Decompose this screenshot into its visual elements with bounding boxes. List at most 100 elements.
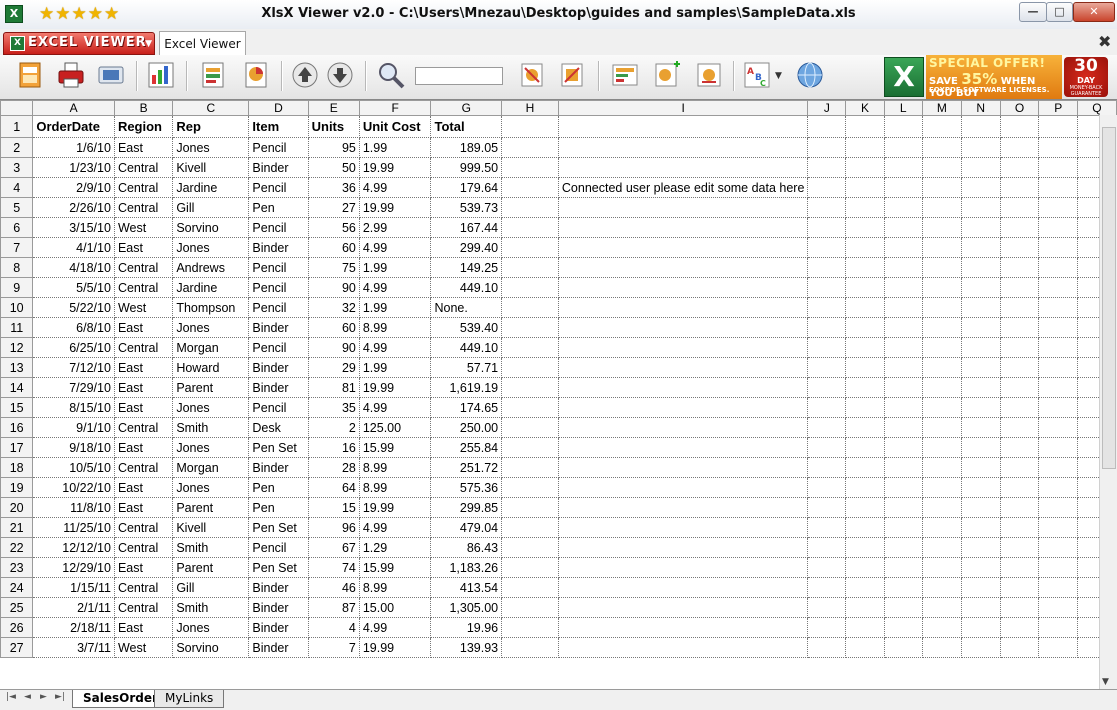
- export-chart-icon[interactable]: [241, 60, 271, 90]
- cell[interactable]: 64: [308, 477, 360, 498]
- cell[interactable]: [922, 277, 962, 298]
- column-header[interactable]: E: [307, 100, 360, 116]
- cell[interactable]: [501, 637, 559, 658]
- cell[interactable]: 19.99: [359, 377, 432, 398]
- cell[interactable]: 4.99: [359, 337, 432, 358]
- cell[interactable]: [845, 557, 885, 578]
- remove-sheet-icon[interactable]: [517, 60, 547, 90]
- cell[interactable]: [884, 457, 923, 478]
- cell[interactable]: Binder: [248, 377, 309, 398]
- cell[interactable]: [558, 357, 809, 378]
- cell[interactable]: 299.85: [430, 497, 503, 518]
- row-header[interactable]: 23: [0, 557, 34, 578]
- cell[interactable]: Jones: [172, 317, 250, 338]
- cell[interactable]: [558, 317, 809, 338]
- cell[interactable]: [1038, 237, 1078, 258]
- cell[interactable]: [922, 317, 962, 338]
- cell[interactable]: [501, 597, 559, 618]
- close-button[interactable]: ✕: [1073, 2, 1115, 22]
- cell[interactable]: [961, 197, 1001, 218]
- cell[interactable]: Jones: [172, 617, 250, 638]
- cell[interactable]: 539.73: [430, 197, 503, 218]
- cell[interactable]: 479.04: [430, 517, 503, 538]
- cell[interactable]: [922, 115, 962, 138]
- cell[interactable]: [1000, 457, 1040, 478]
- cell[interactable]: [1000, 377, 1040, 398]
- cell[interactable]: [558, 537, 809, 558]
- cell[interactable]: [558, 477, 809, 498]
- cell[interactable]: Binder: [248, 237, 309, 258]
- special-offer-banner[interactable]: SPECIAL OFFER! SAVE 35% WHEN YOU BUY FOX…: [926, 55, 1062, 99]
- row-header[interactable]: 16: [0, 417, 34, 438]
- cell[interactable]: 8.99: [359, 477, 432, 498]
- cell[interactable]: [1038, 177, 1078, 198]
- cell[interactable]: [1000, 637, 1040, 658]
- cell[interactable]: 19.99: [359, 197, 432, 218]
- row-header[interactable]: 1: [0, 115, 34, 138]
- cell[interactable]: [558, 157, 809, 178]
- sheet-options-icon[interactable]: [694, 60, 724, 90]
- cell[interactable]: 149.25: [430, 257, 503, 278]
- row-header[interactable]: 15: [0, 397, 34, 418]
- cell[interactable]: 19.96: [430, 617, 503, 638]
- cell[interactable]: [1000, 137, 1040, 158]
- cell[interactable]: [961, 337, 1001, 358]
- row-header[interactable]: 20: [0, 497, 34, 518]
- cell[interactable]: Smith: [172, 417, 250, 438]
- cell[interactable]: Pencil: [248, 217, 309, 238]
- cell[interactable]: 189.05: [430, 137, 503, 158]
- cell[interactable]: [845, 497, 885, 518]
- cell[interactable]: [1038, 537, 1078, 558]
- cell[interactable]: Jones: [172, 477, 250, 498]
- cell[interactable]: [1038, 477, 1078, 498]
- cell[interactable]: East: [114, 377, 174, 398]
- cell[interactable]: 19.99: [359, 637, 432, 658]
- cell[interactable]: [845, 397, 885, 418]
- cell[interactable]: 1.99: [359, 257, 432, 278]
- cell[interactable]: 1/15/11: [32, 577, 115, 598]
- cell[interactable]: 19.99: [359, 497, 432, 518]
- row-header[interactable]: 4: [0, 177, 34, 198]
- cell[interactable]: [845, 537, 885, 558]
- minimize-button[interactable]: —: [1019, 2, 1047, 22]
- cell[interactable]: Binder: [248, 597, 309, 618]
- cell[interactable]: 999.50: [430, 157, 503, 178]
- cell[interactable]: [1038, 257, 1078, 278]
- cell[interactable]: [845, 257, 885, 278]
- cell[interactable]: 12/29/10: [32, 557, 115, 578]
- cell[interactable]: [1038, 557, 1078, 578]
- cell[interactable]: [501, 477, 559, 498]
- cell[interactable]: [558, 257, 809, 278]
- cell[interactable]: 67: [308, 537, 360, 558]
- cell[interactable]: [961, 477, 1001, 498]
- row-header[interactable]: 14: [0, 377, 34, 398]
- cell[interactable]: [884, 277, 923, 298]
- cell[interactable]: [1000, 277, 1040, 298]
- cell[interactable]: [558, 397, 809, 418]
- cell[interactable]: [1038, 197, 1078, 218]
- cell[interactable]: [1000, 557, 1040, 578]
- cell[interactable]: 15.00: [359, 597, 432, 618]
- row-header[interactable]: 21: [0, 517, 34, 538]
- cell[interactable]: [558, 437, 809, 458]
- cell[interactable]: Parent: [172, 497, 250, 518]
- cell[interactable]: [558, 115, 809, 138]
- cell[interactable]: [922, 597, 962, 618]
- cell[interactable]: [922, 417, 962, 438]
- row-header[interactable]: 27: [0, 637, 34, 658]
- cell[interactable]: 74: [308, 557, 360, 578]
- cell[interactable]: [1000, 577, 1040, 598]
- cell[interactable]: [501, 357, 559, 378]
- cell[interactable]: [807, 197, 847, 218]
- cell[interactable]: [922, 537, 962, 558]
- cell[interactable]: 139.93: [430, 637, 503, 658]
- cell[interactable]: 86.43: [430, 537, 503, 558]
- cell[interactable]: [807, 577, 847, 598]
- cell[interactable]: West: [114, 217, 174, 238]
- cell[interactable]: [1000, 197, 1040, 218]
- cell[interactable]: 4/18/10: [32, 257, 115, 278]
- cell[interactable]: 255.84: [430, 437, 503, 458]
- cell[interactable]: [807, 417, 847, 438]
- cell[interactable]: [1000, 177, 1040, 198]
- cell[interactable]: Central: [114, 277, 174, 298]
